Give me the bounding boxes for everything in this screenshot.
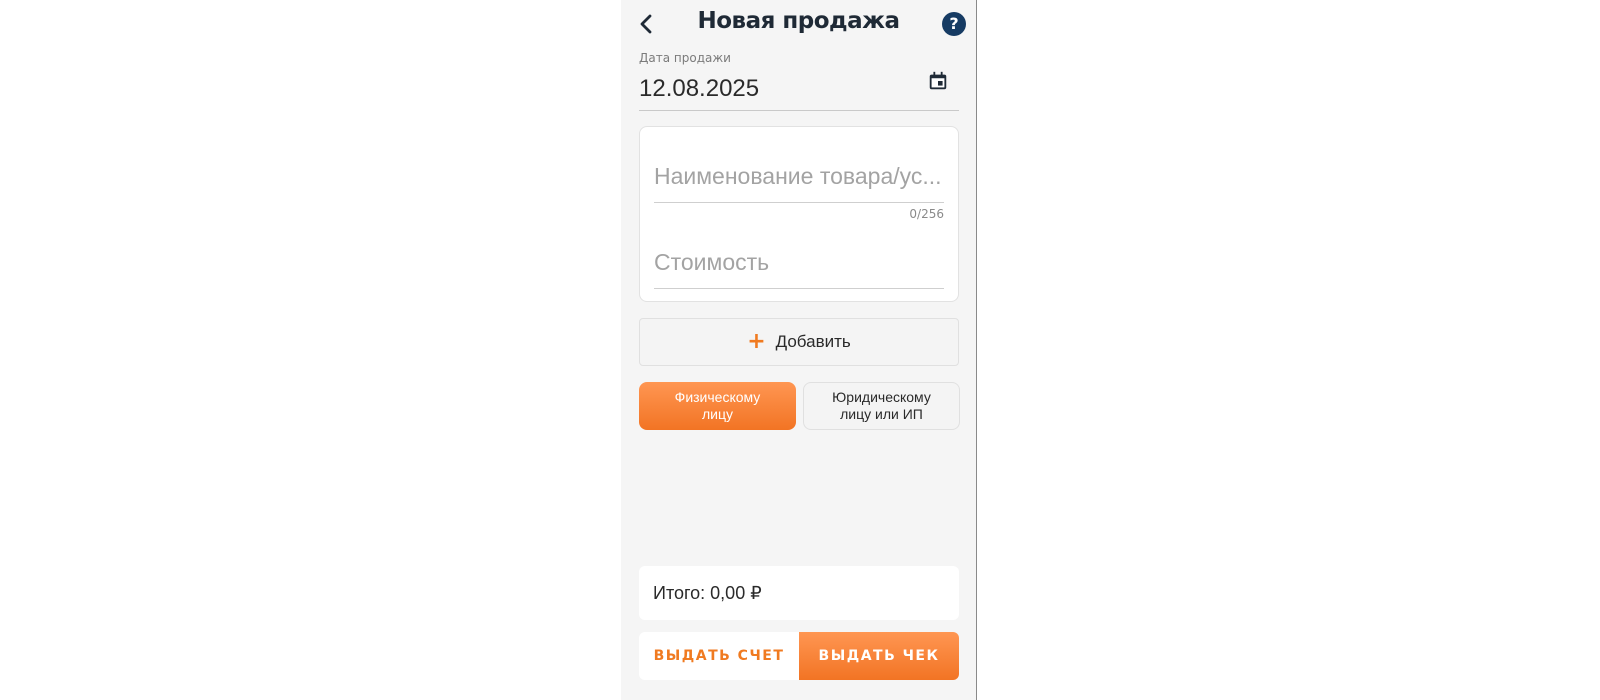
- help-button[interactable]: ?: [942, 12, 966, 36]
- plus-icon: +: [747, 329, 766, 354]
- name-char-counter: 0/256: [909, 207, 944, 221]
- back-button[interactable]: [635, 12, 659, 36]
- add-item-label: Добавить: [775, 332, 851, 351]
- chevron-left-icon: [640, 14, 652, 34]
- total-amount: Итого: 0,00 ₽: [653, 583, 762, 603]
- buyer-company-button[interactable]: Юридическому лицу или ИП: [803, 382, 960, 430]
- issue-receipt-button[interactable]: ВЫДАТЬ ЧЕК: [799, 632, 959, 680]
- issue-invoice-button[interactable]: ВЫДАТЬ СЧЕТ: [639, 632, 799, 680]
- total-panel: Итого: 0,00 ₽: [639, 566, 959, 620]
- buyer-individual-button[interactable]: Физическому лицу: [639, 382, 796, 430]
- item-card: 0/256: [639, 126, 959, 302]
- item-price-input[interactable]: [654, 237, 944, 289]
- add-item-button[interactable]: + Добавить: [639, 318, 959, 366]
- page-title: Новая продажа: [697, 8, 900, 34]
- sale-date-field[interactable]: Дата продажи 12.08.2025: [639, 48, 959, 111]
- sale-date-label: Дата продажи: [639, 51, 731, 65]
- header: Новая продажа ?: [621, 0, 976, 48]
- app-screen: Новая продажа ? Дата продажи 12.08.2025 …: [621, 0, 977, 700]
- item-name-input[interactable]: [654, 151, 944, 203]
- calendar-icon[interactable]: [927, 70, 949, 92]
- sale-date-value[interactable]: 12.08.2025: [639, 75, 759, 103]
